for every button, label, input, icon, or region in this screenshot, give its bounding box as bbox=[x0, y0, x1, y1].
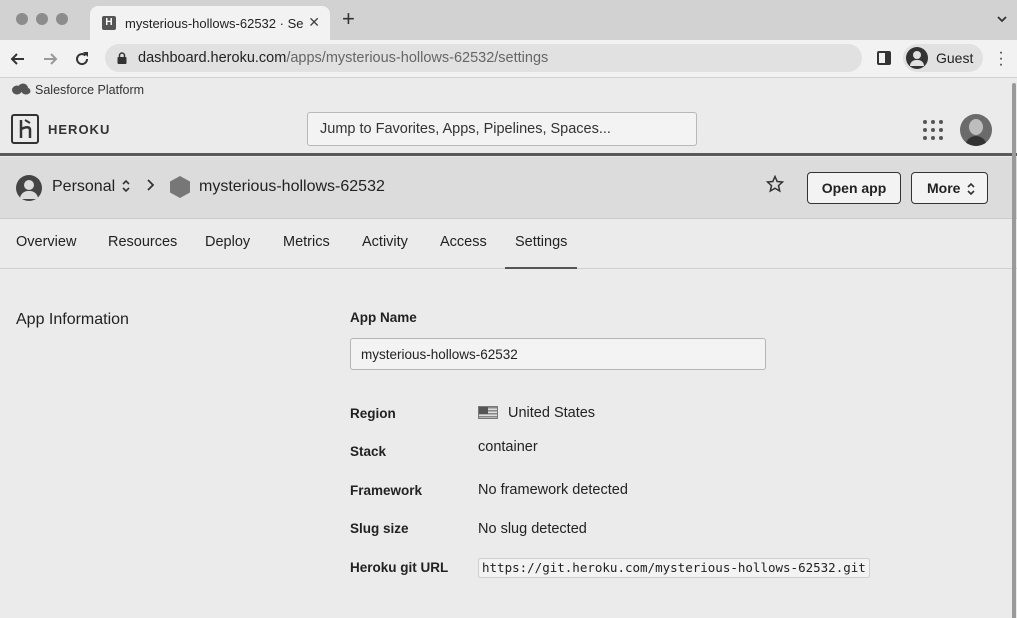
heroku-glyph-icon bbox=[19, 119, 32, 138]
minimize-window-button[interactable] bbox=[36, 13, 48, 25]
lock-icon[interactable] bbox=[117, 52, 127, 64]
page-scrollbar[interactable] bbox=[1011, 79, 1017, 618]
salesforce-bar: Salesforce Platform bbox=[0, 78, 1017, 102]
back-arrow-icon[interactable] bbox=[8, 49, 28, 69]
heroku-header: HEROKU Jump to Favorites, Apps, Pipeline… bbox=[0, 102, 1017, 156]
app-name-input[interactable] bbox=[350, 338, 766, 370]
us-flag-icon bbox=[478, 406, 498, 419]
app-tabs: Overview Resources Deploy Metrics Activi… bbox=[0, 219, 1017, 269]
framework-value: No framework detected bbox=[478, 482, 628, 498]
heroku-favicon-icon: H bbox=[102, 16, 116, 30]
new-tab-button[interactable]: + bbox=[342, 8, 355, 30]
close-tab-icon[interactable]: ✕ bbox=[308, 14, 320, 31]
tab-metrics[interactable]: Metrics bbox=[283, 234, 330, 250]
framework-label: Framework bbox=[350, 483, 423, 498]
app-name-label: App Name bbox=[350, 310, 417, 325]
heroku-logo-icon[interactable] bbox=[11, 114, 39, 144]
apps-grid-icon[interactable] bbox=[923, 120, 943, 140]
zoom-window-button[interactable] bbox=[56, 13, 68, 25]
git-url-value[interactable]: https://git.heroku.com/mysterious-hollow… bbox=[478, 558, 870, 578]
guest-avatar-icon bbox=[906, 47, 928, 69]
tab-settings[interactable]: Settings bbox=[515, 234, 567, 250]
close-window-button[interactable] bbox=[16, 13, 28, 25]
slug-size-label: Slug size bbox=[350, 521, 409, 536]
chevron-updown-icon bbox=[967, 182, 975, 196]
more-button[interactable]: More bbox=[911, 172, 988, 204]
section-title: App Information bbox=[16, 311, 129, 328]
browser-toolbar: dashboard.heroku.com/apps/mysterious-hol… bbox=[0, 40, 1017, 78]
salesforce-platform-link[interactable]: Salesforce Platform bbox=[35, 83, 144, 97]
heroku-brand[interactable]: HEROKU bbox=[48, 122, 110, 137]
url-host: dashboard.heroku.com bbox=[138, 50, 287, 66]
profile-button[interactable]: Guest bbox=[903, 44, 983, 72]
chevron-right-icon bbox=[147, 179, 155, 191]
url-path: /apps/mysterious-hollows-62532/settings bbox=[286, 50, 549, 66]
tab-activity[interactable]: Activity bbox=[362, 234, 408, 250]
personal-account-icon bbox=[16, 175, 42, 201]
tab-title: mysterious-hollows-62532 · Se bbox=[125, 16, 304, 31]
side-panel-icon[interactable] bbox=[877, 51, 891, 65]
address-bar[interactable]: dashboard.heroku.com/apps/mysterious-hol… bbox=[105, 44, 862, 72]
url-text: dashboard.heroku.com/apps/mysterious-hol… bbox=[138, 50, 548, 66]
tab-search-chevron-icon[interactable] bbox=[997, 14, 1007, 24]
favorite-star-icon[interactable] bbox=[766, 175, 784, 193]
profile-label: Guest bbox=[936, 50, 974, 66]
reload-icon[interactable] bbox=[72, 49, 92, 69]
tab-access[interactable]: Access bbox=[440, 234, 487, 250]
region-value: United States bbox=[508, 405, 596, 421]
more-label: More bbox=[927, 180, 961, 196]
forward-arrow-icon[interactable] bbox=[40, 49, 60, 69]
search-placeholder: Jump to Favorites, Apps, Pipelines, Spac… bbox=[320, 121, 611, 137]
region-label: Region bbox=[350, 406, 396, 421]
chevron-updown-icon[interactable] bbox=[121, 179, 131, 193]
open-app-button[interactable]: Open app bbox=[807, 172, 901, 204]
stack-value: container bbox=[478, 439, 538, 455]
active-tab-indicator bbox=[505, 267, 577, 269]
tab-overview[interactable]: Overview bbox=[16, 234, 76, 250]
account-switcher[interactable]: Personal bbox=[52, 178, 115, 196]
jump-search-input[interactable]: Jump to Favorites, Apps, Pipelines, Spac… bbox=[307, 112, 697, 146]
slug-size-value: No slug detected bbox=[478, 521, 587, 537]
browser-tab[interactable]: H mysterious-hollows-62532 · Se ✕ bbox=[90, 6, 330, 40]
git-url-label: Heroku git URL bbox=[350, 560, 449, 575]
salesforce-cloud-icon bbox=[12, 83, 31, 95]
stack-label: Stack bbox=[350, 444, 387, 459]
browser-tab-strip: H mysterious-hollows-62532 · Se ✕ + bbox=[0, 0, 1017, 40]
app-name-breadcrumb[interactable]: mysterious-hollows-62532 bbox=[199, 178, 385, 196]
user-avatar[interactable] bbox=[960, 114, 992, 146]
app-hexagon-icon bbox=[170, 176, 190, 198]
app-header: Personal mysterious-hollows-62532 Open a… bbox=[0, 157, 1017, 219]
browser-menu-icon[interactable]: · · · bbox=[998, 45, 1004, 73]
tab-resources[interactable]: Resources bbox=[108, 234, 177, 250]
tab-deploy[interactable]: Deploy bbox=[205, 234, 250, 250]
